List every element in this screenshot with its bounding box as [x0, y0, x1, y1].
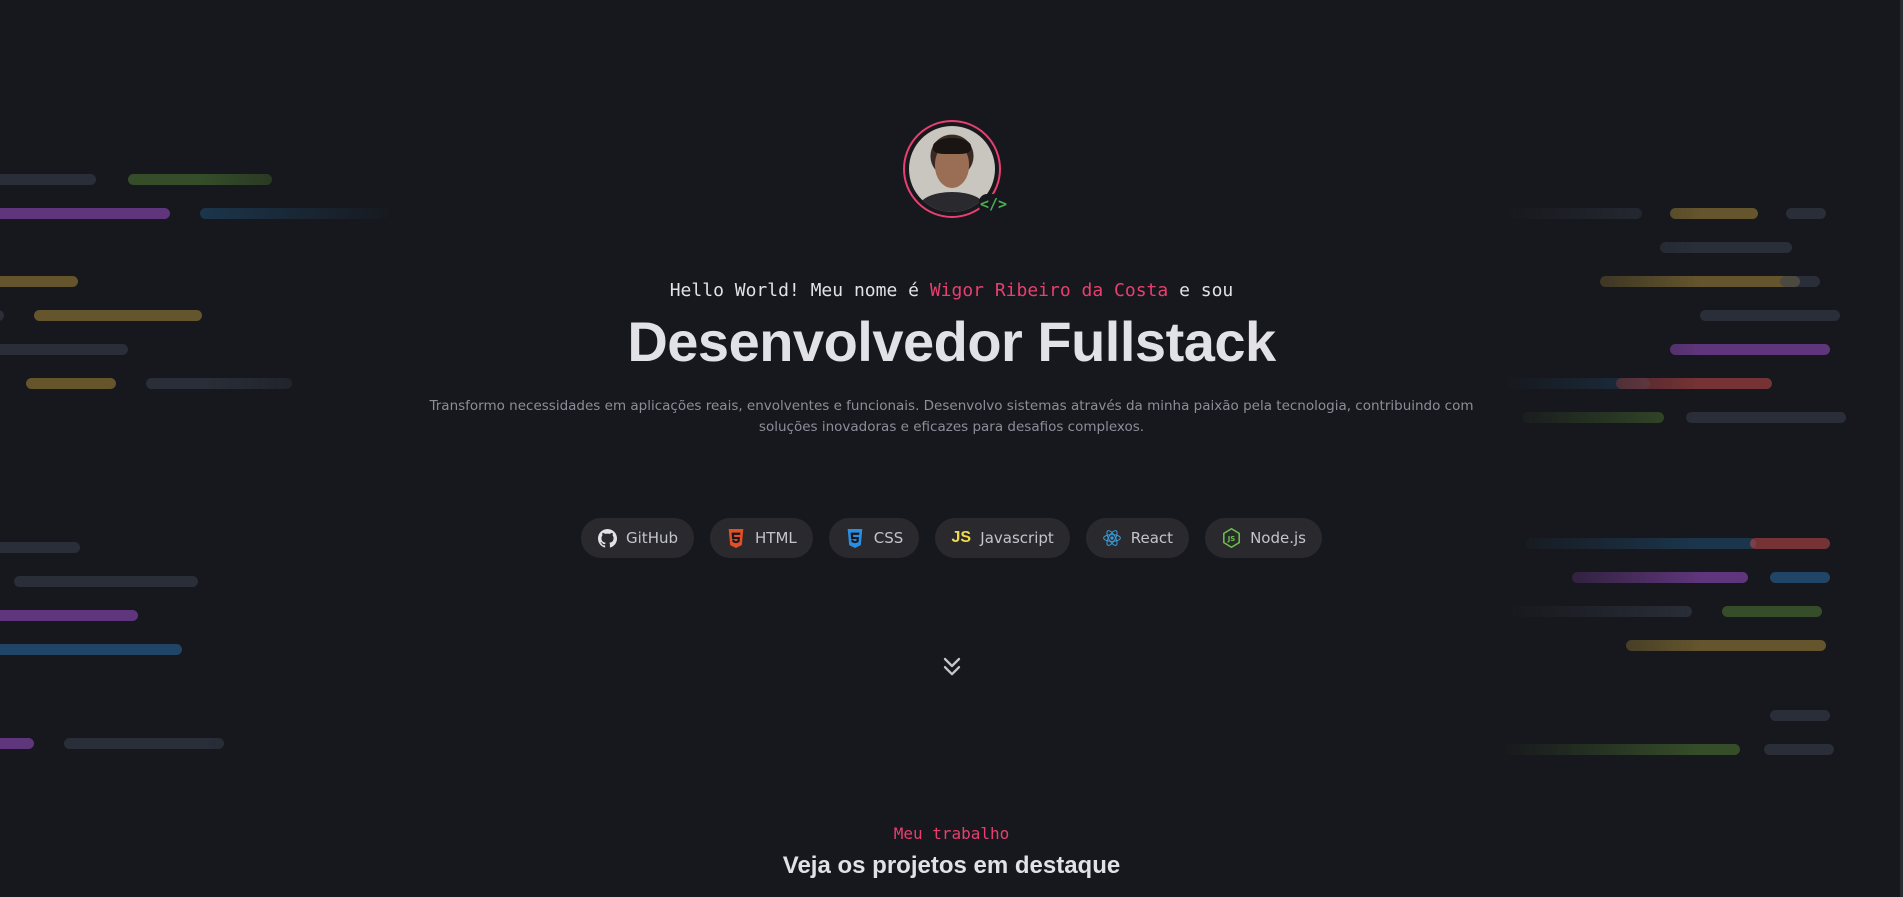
tech-chip-css[interactable]: CSS: [828, 518, 920, 558]
svg-text:JS: JS: [1226, 535, 1235, 543]
profile-avatar-frame: </>: [902, 120, 1009, 218]
tech-label: React: [1130, 529, 1174, 547]
css3-icon: [845, 528, 865, 548]
tech-stack-list: GitHub HTML CSS JS Javascript React JS N…: [581, 518, 1322, 558]
section-subtitle: Meu trabalho: [893, 824, 1010, 843]
tech-label: Node.js: [1250, 529, 1306, 547]
nodejs-icon: JS: [1221, 528, 1241, 548]
chevrons-down-icon[interactable]: [938, 652, 966, 680]
tech-chip-github[interactable]: GitHub: [581, 518, 694, 558]
tech-chip-html[interactable]: HTML: [710, 518, 813, 558]
javascript-icon: JS: [951, 529, 972, 546]
tech-chip-react[interactable]: React: [1085, 518, 1190, 558]
github-icon: [597, 528, 617, 548]
greeting-text: Hello World! Meu nome é Wigor Ribeiro da…: [670, 280, 1234, 301]
tech-label: CSS: [873, 529, 904, 547]
hero-section: </> Hello World! Meu nome é Wigor Ribeir…: [0, 0, 1903, 680]
section-title: Veja os projetos em destaque: [782, 852, 1121, 879]
tech-chip-nodejs[interactable]: JS Node.js: [1205, 518, 1322, 558]
tech-label: HTML: [755, 529, 797, 547]
tech-label: Javascript: [980, 529, 1054, 547]
tech-chip-javascript[interactable]: JS Javascript: [935, 518, 1070, 558]
html5-icon: [726, 528, 746, 548]
react-icon: [1102, 528, 1122, 548]
hero-description: Transformo necessidades em aplicações re…: [429, 398, 1474, 435]
code-badge-icon: </>: [978, 194, 1009, 214]
role-title: Desenvolvedor Fullstack: [627, 310, 1276, 373]
developer-name: Wigor Ribeiro da Costa: [929, 280, 1169, 301]
greeting-suffix: e sou: [1168, 280, 1234, 301]
tech-label: GitHub: [626, 529, 678, 547]
greeting-prefix: Hello World! Meu nome é: [669, 280, 930, 301]
